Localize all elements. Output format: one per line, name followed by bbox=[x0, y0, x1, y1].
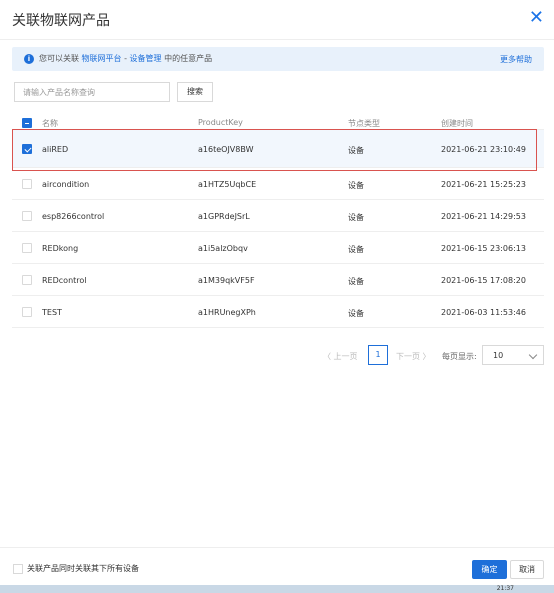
page-size-select[interactable]: 10 bbox=[482, 345, 544, 365]
row-checkbox[interactable] bbox=[22, 243, 32, 253]
table-row[interactable]: TEST a1HRUnegXPh 设备 2021-06-03 11:53:46 bbox=[12, 296, 544, 328]
info-icon: i bbox=[24, 54, 34, 64]
node-type: 设备 bbox=[348, 309, 364, 318]
column-header-name: 名称 bbox=[42, 119, 58, 128]
notice-text: 您可以关联 物联网平台 - 设备管理 中的任意产品 bbox=[39, 54, 212, 64]
product-name: REDkong bbox=[42, 244, 79, 253]
table-row[interactable]: aircondition a1HTZ5UqbCE 设备 2021-06-21 1… bbox=[12, 168, 544, 200]
product-key: a16teOJV8BW bbox=[198, 145, 254, 154]
column-header-productkey: ProductKey bbox=[198, 118, 243, 127]
node-type: 设备 bbox=[348, 181, 364, 190]
confirm-button[interactable]: 确定 bbox=[472, 560, 507, 579]
search-button[interactable]: 搜索 bbox=[177, 82, 213, 102]
next-page-button[interactable]: 下一页 〉 bbox=[396, 351, 431, 362]
table-row[interactable]: REDcontrol a1M39qkVF5F 设备 2021-06-15 17:… bbox=[12, 264, 544, 296]
created-time: 2021-06-15 17:08:20 bbox=[441, 276, 526, 285]
created-time: 2021-06-21 15:25:23 bbox=[441, 180, 526, 189]
page-size-label: 每页显示: bbox=[442, 352, 477, 361]
product-key: a1GPRdeJSrL bbox=[198, 212, 250, 221]
chevron-down-icon bbox=[528, 350, 538, 360]
table-header: 名称 ProductKey 节点类型 创建时间 bbox=[12, 116, 544, 130]
page-number-current[interactable]: 1 bbox=[368, 345, 388, 365]
created-time: 2021-06-03 11:53:46 bbox=[441, 308, 526, 317]
row-checkbox[interactable] bbox=[22, 307, 32, 317]
row-checkbox[interactable] bbox=[22, 179, 32, 189]
notice-prefix: 您可以关联 bbox=[39, 54, 79, 63]
node-type: 设备 bbox=[348, 277, 364, 286]
row-checkbox[interactable] bbox=[22, 211, 32, 221]
product-key: a1M39qkVF5F bbox=[198, 276, 255, 285]
column-header-node-type: 节点类型 bbox=[348, 119, 380, 128]
prev-page-button[interactable]: 〈 上一页 bbox=[323, 351, 358, 362]
product-key: a1HTZ5UqbCE bbox=[198, 180, 257, 189]
taskbar bbox=[0, 585, 554, 593]
row-checkbox[interactable] bbox=[22, 275, 32, 285]
notice-suffix: 中的任意产品 bbox=[164, 54, 213, 63]
product-name: TEST bbox=[42, 308, 62, 317]
product-name: esp8266control bbox=[42, 212, 105, 221]
dialog-header: 关联物联网产品 ✕ bbox=[0, 0, 554, 40]
associate-devices-checkbox[interactable] bbox=[13, 564, 23, 574]
product-name: aircondition bbox=[42, 180, 90, 189]
table-row[interactable]: esp8266control a1GPRdeJSrL 设备 2021-06-21… bbox=[12, 200, 544, 232]
associate-devices-label: 关联产品同时关联其下所有设备 bbox=[27, 564, 139, 573]
column-header-created-time: 创建时间 bbox=[441, 119, 473, 128]
more-help-link[interactable]: 更多帮助 bbox=[500, 55, 532, 65]
row-checkbox[interactable] bbox=[22, 144, 32, 154]
taskbar-clock: 21:37 bbox=[496, 585, 514, 592]
product-key: a1HRUnegXPh bbox=[198, 308, 256, 317]
notice-separator: - bbox=[121, 54, 130, 63]
product-name: aliRED bbox=[42, 145, 69, 154]
node-type: 设备 bbox=[348, 146, 364, 155]
product-search-input[interactable] bbox=[14, 82, 170, 102]
close-icon[interactable]: ✕ bbox=[529, 8, 544, 28]
created-time: 2021-06-21 23:10:49 bbox=[441, 145, 526, 154]
product-name: REDcontrol bbox=[42, 276, 87, 285]
table-row[interactable]: REDkong a1i5alzObqv 设备 2021-06-15 23:06:… bbox=[12, 232, 544, 264]
table-row[interactable]: aliRED a16teOJV8BW 设备 2021-06-21 23:10:4… bbox=[12, 130, 544, 168]
info-notice: i 您可以关联 物联网平台 - 设备管理 中的任意产品 更多帮助 bbox=[12, 47, 544, 71]
node-type: 设备 bbox=[348, 213, 364, 222]
node-type: 设备 bbox=[348, 245, 364, 254]
device-management-link[interactable]: 设备管理 bbox=[130, 54, 162, 63]
iot-platform-link[interactable]: 物联网平台 bbox=[82, 54, 122, 63]
page-size-value: 10 bbox=[493, 351, 504, 360]
product-key: a1i5alzObqv bbox=[198, 244, 248, 253]
cancel-button[interactable]: 取消 bbox=[510, 560, 544, 579]
select-all-checkbox[interactable] bbox=[22, 118, 32, 128]
created-time: 2021-06-15 23:06:13 bbox=[441, 244, 526, 253]
created-time: 2021-06-21 14:29:53 bbox=[441, 212, 526, 221]
dialog-title: 关联物联网产品 bbox=[12, 13, 110, 29]
